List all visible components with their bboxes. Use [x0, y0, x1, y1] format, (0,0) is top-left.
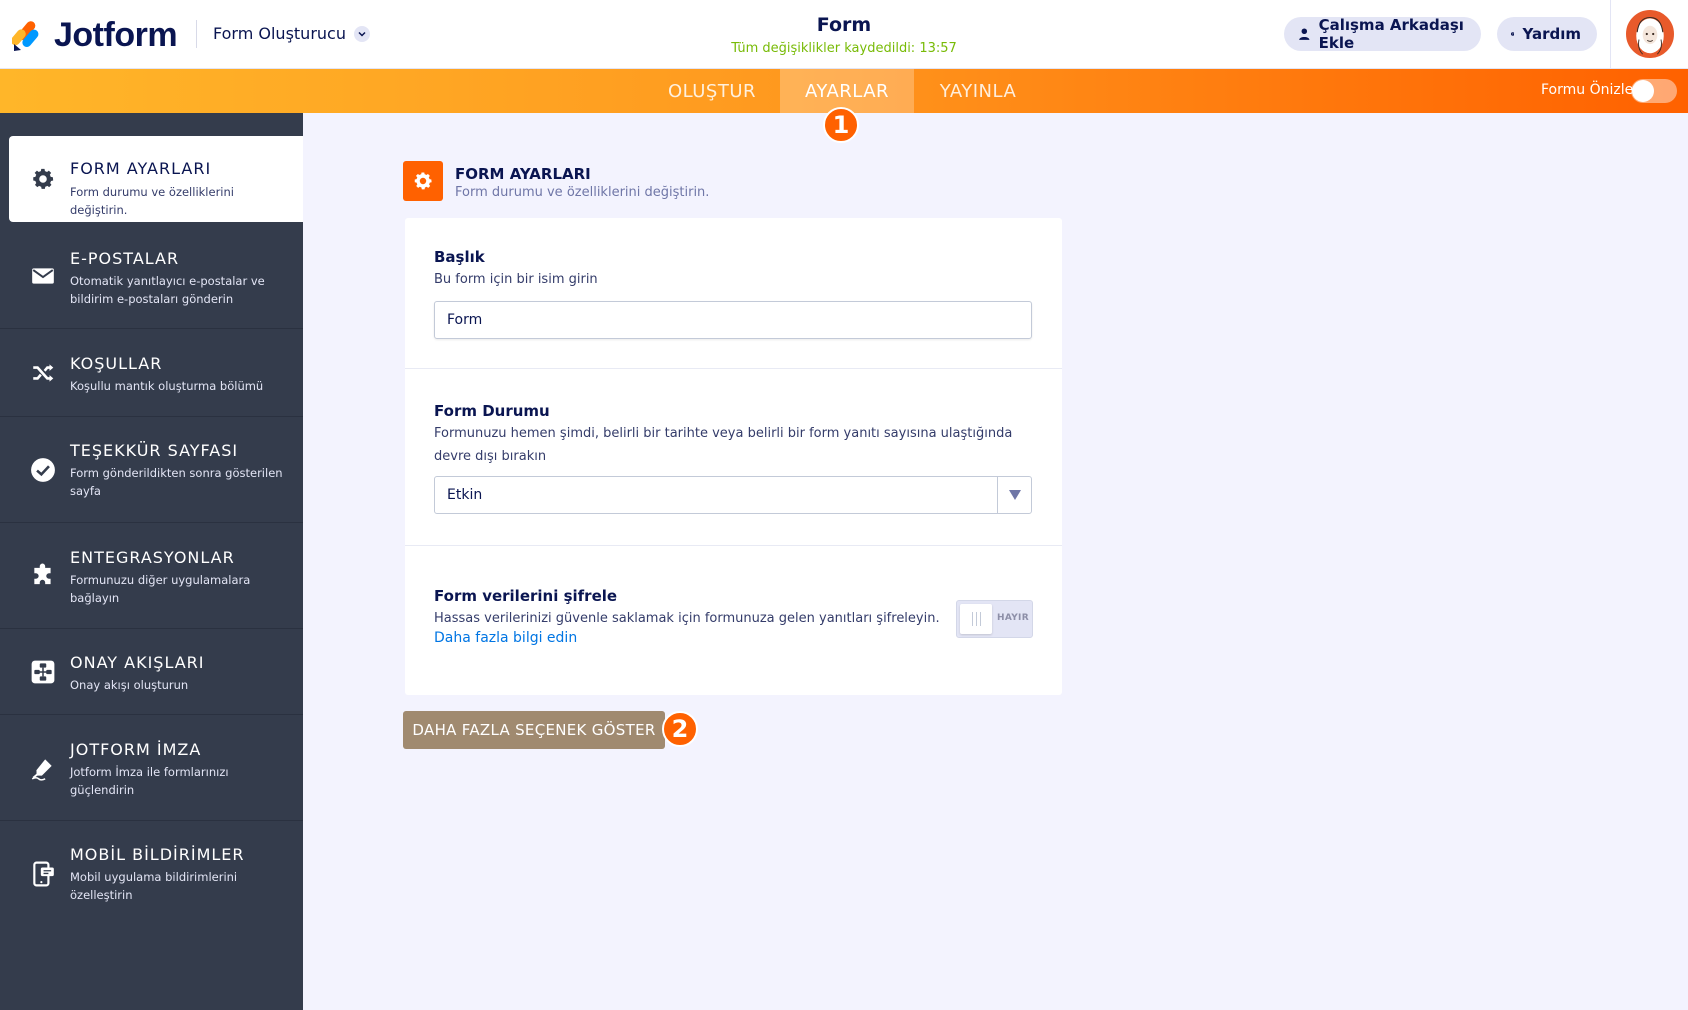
status-section: Form Durumu Formunuzu hemen şimdi, belir… — [405, 369, 1062, 546]
help-icon — [1511, 32, 1515, 36]
show-more-options-button[interactable]: DAHA FAZLA SEÇENEK GÖSTER — [403, 711, 665, 749]
sidebar-item-title: MOBİL BİLDİRİMLER — [70, 845, 245, 864]
sidebar-item-desc: Koşullu mantık oluşturma bölümü — [70, 379, 264, 393]
gear-icon — [30, 166, 56, 192]
title-input[interactable] — [434, 301, 1032, 339]
encrypt-label: Form verilerini şifrele — [434, 587, 618, 605]
encrypt-toggle-label: HAYIR — [997, 613, 1029, 623]
title-help: Bu form için bir isim girin — [434, 272, 598, 287]
caret-down-icon — [997, 477, 1031, 513]
mobile-icon — [30, 861, 56, 887]
learn-more-link[interactable]: Daha fazla bilgi edin — [434, 630, 577, 646]
sidebar-item-jotform-sign[interactable]: JOTFORM İMZA Jotform İmza ile formlarını… — [0, 715, 303, 821]
sidebar-item-title: JOTFORM İMZA — [70, 740, 202, 759]
step-badge-1: 1 — [823, 107, 859, 143]
help-button[interactable]: Yardım — [1497, 17, 1597, 51]
sidebar-item-desc: Form gönderildikten sonra gösterilen say… — [70, 466, 283, 498]
flow-icon — [30, 659, 56, 685]
encrypt-section: Form verilerini şifrele Hassas verilerin… — [405, 546, 1062, 695]
section-desc: Form durumu ve özelliklerini değiştirin. — [455, 185, 710, 200]
add-collaborator-label: Çalışma Arkadaşı Ekle — [1318, 16, 1464, 52]
title-section: Başlık Bu form için bir isim girin — [405, 218, 1062, 369]
encrypt-toggle-knob — [960, 604, 992, 634]
avatar-portrait-icon — [1628, 12, 1672, 56]
help-label: Yardım — [1522, 25, 1581, 43]
avatar-divider — [1610, 0, 1611, 68]
gear-icon — [403, 161, 443, 201]
status-label: Form Durumu — [434, 402, 550, 420]
sidebar-item-desc: Onay akışı oluşturun — [70, 678, 189, 692]
sidebar-item-emails[interactable]: E-POSTALAR Otomatik yanıtlayıcı e-postal… — [0, 223, 303, 329]
sidebar-item-title: E-POSTALAR — [70, 249, 180, 268]
preview-toggle[interactable] — [1631, 79, 1677, 103]
sidebar-item-approval-flows[interactable]: ONAY AKIŞLARI Onay akışı oluşturun — [0, 629, 303, 715]
tab-build[interactable]: OLUŞTUR — [658, 69, 766, 113]
sidebar-item-title: TEŞEKKÜR SAYFASI — [70, 441, 239, 460]
encrypt-help: Hassas verilerinizi güvenle saklamak içi… — [434, 611, 940, 626]
sidebar-item-title: ENTEGRASYONLAR — [70, 548, 235, 567]
status-help: Formunuzu hemen şimdi, belirli bir tarih… — [434, 426, 1013, 464]
status-select-value: Etkin — [447, 487, 483, 503]
preview-toggle-knob — [1632, 80, 1654, 102]
sidebar-item-desc: Jotform İmza ile formlarınızı güçlendiri… — [70, 765, 229, 797]
check-circle-icon — [30, 457, 56, 483]
puzzle-icon — [30, 563, 56, 589]
encrypt-toggle[interactable]: HAYIR — [956, 600, 1033, 638]
section-title: FORM AYARLARI — [455, 165, 591, 183]
sidebar-item-mobile-notifications[interactable]: MOBİL BİLDİRİMLER Mobil uygulama bildiri… — [0, 821, 303, 927]
sidebar-item-desc: Mobil uygulama bildirimlerini özelleştir… — [70, 870, 238, 902]
settings-sidebar: FORM AYARLARI Form durumu ve özellikleri… — [0, 113, 303, 1010]
preview-label: Formu Önizle — [1541, 82, 1634, 98]
sidebar-item-conditions[interactable]: KOŞULLAR Koşullu mantık oluşturma bölümü — [0, 329, 303, 417]
step-badge-2: 2 — [662, 711, 698, 747]
sidebar-item-title: FORM AYARLARI — [70, 159, 212, 178]
title-label: Başlık — [434, 248, 485, 266]
envelope-icon — [30, 263, 56, 289]
shuffle-icon — [30, 360, 56, 386]
top-header: Jotform Form Oluşturucu Form Tüm değişik… — [0, 0, 1688, 69]
sidebar-item-integrations[interactable]: ENTEGRASYONLAR Formunuzu diğer uygulamal… — [0, 523, 303, 629]
sidebar-item-form-settings[interactable]: FORM AYARLARI Form durumu ve özellikleri… — [9, 136, 303, 222]
sidebar-item-desc: Form durumu ve özelliklerini değiştirin. — [70, 185, 234, 217]
settings-card: Başlık Bu form için bir isim girin Form … — [405, 218, 1062, 695]
sidebar-item-title: ONAY AKIŞLARI — [70, 653, 205, 672]
user-avatar[interactable] — [1626, 10, 1674, 58]
pen-icon — [30, 755, 56, 781]
user-icon — [1299, 28, 1310, 40]
add-collaborator-button[interactable]: Çalışma Arkadaşı Ekle — [1284, 16, 1481, 52]
tab-settings[interactable]: AYARLAR — [780, 69, 914, 113]
sidebar-item-title: KOŞULLAR — [70, 354, 163, 373]
sidebar-item-thank-you-page[interactable]: TEŞEKKÜR SAYFASI Form gönderildikten son… — [0, 417, 303, 523]
sidebar-item-desc: Formunuzu diğer uygulamalara bağlayın — [70, 573, 251, 605]
tab-publish[interactable]: YAYINLA — [914, 69, 1042, 113]
sidebar-item-desc: Otomatik yanıtlayıcı e-postalar ve bildi… — [70, 274, 265, 306]
status-select[interactable]: Etkin — [434, 476, 1032, 514]
